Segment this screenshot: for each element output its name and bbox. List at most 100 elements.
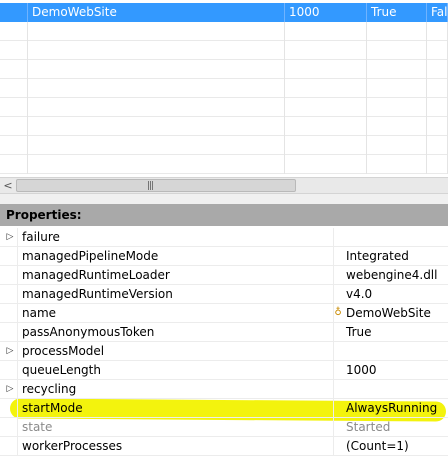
empty-cell (367, 79, 427, 98)
row-gutter (0, 437, 18, 456)
empty-cell (0, 60, 28, 79)
property-value[interactable]: Integrated (346, 247, 409, 265)
empty-cell (367, 98, 427, 117)
empty-cell (427, 22, 448, 41)
expand-triangle-icon[interactable]: ▷ (4, 228, 16, 246)
property-name: workerProcesses (22, 437, 334, 455)
row-gutter (0, 266, 18, 285)
empty-cell (427, 136, 448, 155)
property-name: name (22, 304, 334, 322)
row-gutter (0, 399, 18, 418)
empty-cell (367, 41, 427, 60)
property-value[interactable]: Started (346, 418, 390, 436)
property-row[interactable]: ▷ recycling (0, 380, 448, 399)
scrollbar-thumb[interactable]: ||| (16, 179, 296, 192)
property-name: passAnonymousToken (22, 323, 334, 341)
empty-cell (367, 155, 427, 174)
row-gutter (0, 361, 18, 380)
row-gutter (0, 418, 18, 437)
empty-cell (0, 41, 28, 60)
empty-cell (427, 117, 448, 136)
property-name: failure (22, 228, 334, 246)
chevron-left-icon[interactable]: < (2, 178, 14, 193)
property-name: managedRuntimeVersion (22, 285, 334, 303)
property-value[interactable]: DemoWebSite (346, 304, 431, 322)
property-name: state (22, 418, 334, 436)
property-name: recycling (22, 380, 334, 398)
empty-cell (427, 79, 448, 98)
row-gutter (0, 247, 18, 266)
property-value[interactable]: (Count=1) (346, 437, 409, 455)
empty-grid-row (0, 155, 448, 174)
empty-grid-row (0, 79, 448, 98)
property-name: managedPipelineMode (22, 247, 334, 265)
empty-cell (0, 79, 28, 98)
expand-triangle-icon[interactable]: ▷ (4, 342, 16, 360)
empty-cell (28, 155, 285, 174)
empty-cell (28, 22, 285, 41)
property-row[interactable]: ▷ processModel (0, 342, 448, 361)
app-pool-grid: DemoWebSite 1000 True Fals (0, 0, 448, 177)
property-name: queueLength (22, 361, 334, 379)
property-row[interactable]: passAnonymousToken True (0, 323, 448, 342)
property-value[interactable]: v4.0 (346, 285, 372, 303)
expand-triangle-icon[interactable]: ▷ (4, 380, 16, 398)
empty-cell (427, 98, 448, 117)
property-row[interactable]: managedPipelineMode Integrated (0, 247, 448, 266)
empty-cell (285, 117, 367, 136)
empty-cell (367, 136, 427, 155)
empty-grid-row (0, 136, 448, 155)
empty-cell (28, 117, 285, 136)
empty-grid-row (0, 22, 448, 41)
property-name: managedRuntimeLoader (22, 266, 334, 284)
property-row[interactable]: managedRuntimeVersion v4.0 (0, 285, 448, 304)
empty-cell (427, 155, 448, 174)
horizontal-scrollbar[interactable]: < ||| (0, 177, 448, 194)
property-row[interactable]: name ♁ DemoWebSite (0, 304, 448, 323)
empty-cell (285, 98, 367, 117)
empty-cell (427, 60, 448, 79)
property-value[interactable]: webengine4.dll (346, 266, 437, 284)
panel-separator (0, 194, 448, 204)
queue-length-cell: 1000 (285, 3, 367, 22)
empty-cell (285, 60, 367, 79)
empty-cell (28, 136, 285, 155)
property-row[interactable]: ▷ failure (0, 228, 448, 247)
row-gutter (0, 323, 18, 342)
property-name: processModel (22, 342, 334, 360)
property-row[interactable]: state Started (0, 418, 448, 437)
row-gutter (0, 304, 18, 323)
empty-grid-row (0, 60, 448, 79)
property-value[interactable]: True (346, 323, 372, 341)
empty-cell (285, 155, 367, 174)
grip-icon: ||| (147, 181, 154, 191)
truncated-cell: Fals (427, 3, 448, 22)
empty-cell (0, 136, 28, 155)
empty-cell (285, 136, 367, 155)
property-row[interactable]: startMode AlwaysRunning (0, 399, 448, 418)
empty-cell (28, 98, 285, 117)
property-value[interactable]: 1000 (346, 361, 377, 379)
auto-start-cell: True (367, 3, 427, 22)
empty-grid-row (0, 41, 448, 60)
empty-grid-row (0, 98, 448, 117)
empty-cell (0, 155, 28, 174)
empty-cell (367, 60, 427, 79)
property-row[interactable]: workerProcesses (Count=1) (0, 437, 448, 456)
property-row[interactable]: managedRuntimeLoader webengine4.dll (0, 266, 448, 285)
empty-cell (28, 41, 285, 60)
empty-cell (367, 22, 427, 41)
row-gutter (0, 285, 18, 304)
property-value[interactable]: AlwaysRunning (346, 399, 437, 417)
empty-cell (285, 79, 367, 98)
empty-cell (28, 60, 285, 79)
grid-row-selected[interactable]: DemoWebSite 1000 True Fals (0, 3, 448, 22)
empty-cell (28, 79, 285, 98)
property-row[interactable]: queueLength 1000 (0, 361, 448, 380)
name-cell: DemoWebSite (28, 3, 285, 22)
empty-cell (0, 98, 28, 117)
empty-cell (0, 22, 28, 41)
properties-grid: ▷ failure managedPipelineMode Integrated man… (0, 228, 448, 456)
empty-grid-row (0, 117, 448, 136)
row-header-cell (0, 3, 28, 22)
